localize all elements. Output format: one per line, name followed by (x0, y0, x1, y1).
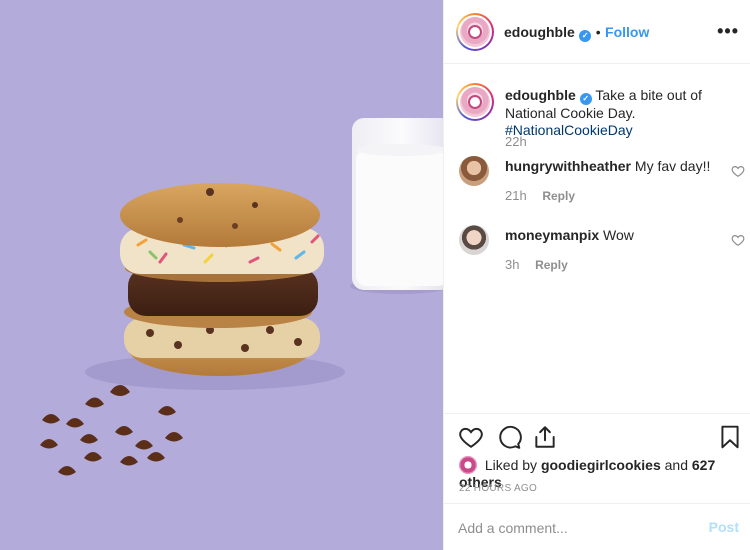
comment-icon[interactable] (496, 424, 522, 450)
post-timestamp: 22 HOURS AGO (459, 483, 538, 494)
follow-button[interactable]: Follow (605, 24, 649, 40)
caption-author-avatar[interactable] (456, 83, 494, 121)
comment: hungrywithheather My fav day!! (505, 158, 720, 175)
comment-username[interactable]: hungrywithheather (505, 158, 631, 174)
comment-text: My fav day!! (634, 158, 711, 174)
verified-badge-icon: ✓ (579, 30, 592, 42)
post-image[interactable] (0, 0, 443, 550)
comment: moneymanpix Wow (505, 227, 720, 244)
heart-icon[interactable] (458, 424, 484, 450)
comment-username[interactable]: moneymanpix (505, 227, 599, 243)
comment-time: 3h (505, 257, 520, 272)
comment-time: 21h (505, 188, 527, 203)
comment-like-heart-icon[interactable] (731, 164, 745, 178)
liker-username[interactable]: goodiegirlcookies (541, 457, 661, 473)
more-options-icon[interactable]: ••• (717, 21, 739, 42)
caption: edoughble ✓ Take a bite out of National … (505, 87, 739, 139)
comment-input[interactable] (458, 518, 688, 538)
header-separator: • (595, 24, 601, 40)
action-bar: Liked by goodiegirlcookies and 627 other… (444, 413, 750, 503)
reply-button[interactable]: Reply (535, 258, 568, 272)
author-avatar[interactable] (456, 13, 494, 51)
verified-badge-icon: ✓ (579, 93, 592, 105)
post-header: edoughble ✓ • Follow ••• (444, 0, 750, 64)
share-icon[interactable] (532, 424, 558, 450)
commenter-avatar[interactable] (459, 225, 489, 255)
comments-section: edoughble ✓ Take a bite out of National … (444, 65, 750, 413)
post-panel: edoughble ✓ • Follow ••• edoughble ✓ Tak… (443, 0, 750, 550)
comment-like-heart-icon[interactable] (731, 233, 745, 247)
caption-time: 22h (505, 134, 527, 149)
caption-username[interactable]: edoughble (505, 87, 576, 103)
reply-button[interactable]: Reply (542, 189, 575, 203)
comment-text: Wow (603, 227, 634, 243)
post-comment-button[interactable]: Post (709, 519, 739, 535)
commenter-avatar[interactable] (459, 156, 489, 186)
liker-avatar[interactable] (459, 456, 477, 474)
cookie-sandwich-photo (40, 118, 443, 476)
author-username[interactable]: edoughble (504, 24, 575, 40)
comment-meta: 21h Reply (505, 188, 575, 203)
comment-meta: 3h Reply (505, 257, 568, 272)
bookmark-icon[interactable] (717, 424, 743, 450)
liked-by-prefix: Liked by (484, 457, 538, 473)
add-comment-bar: Post (444, 503, 750, 550)
liked-by-joiner: and (664, 457, 688, 473)
